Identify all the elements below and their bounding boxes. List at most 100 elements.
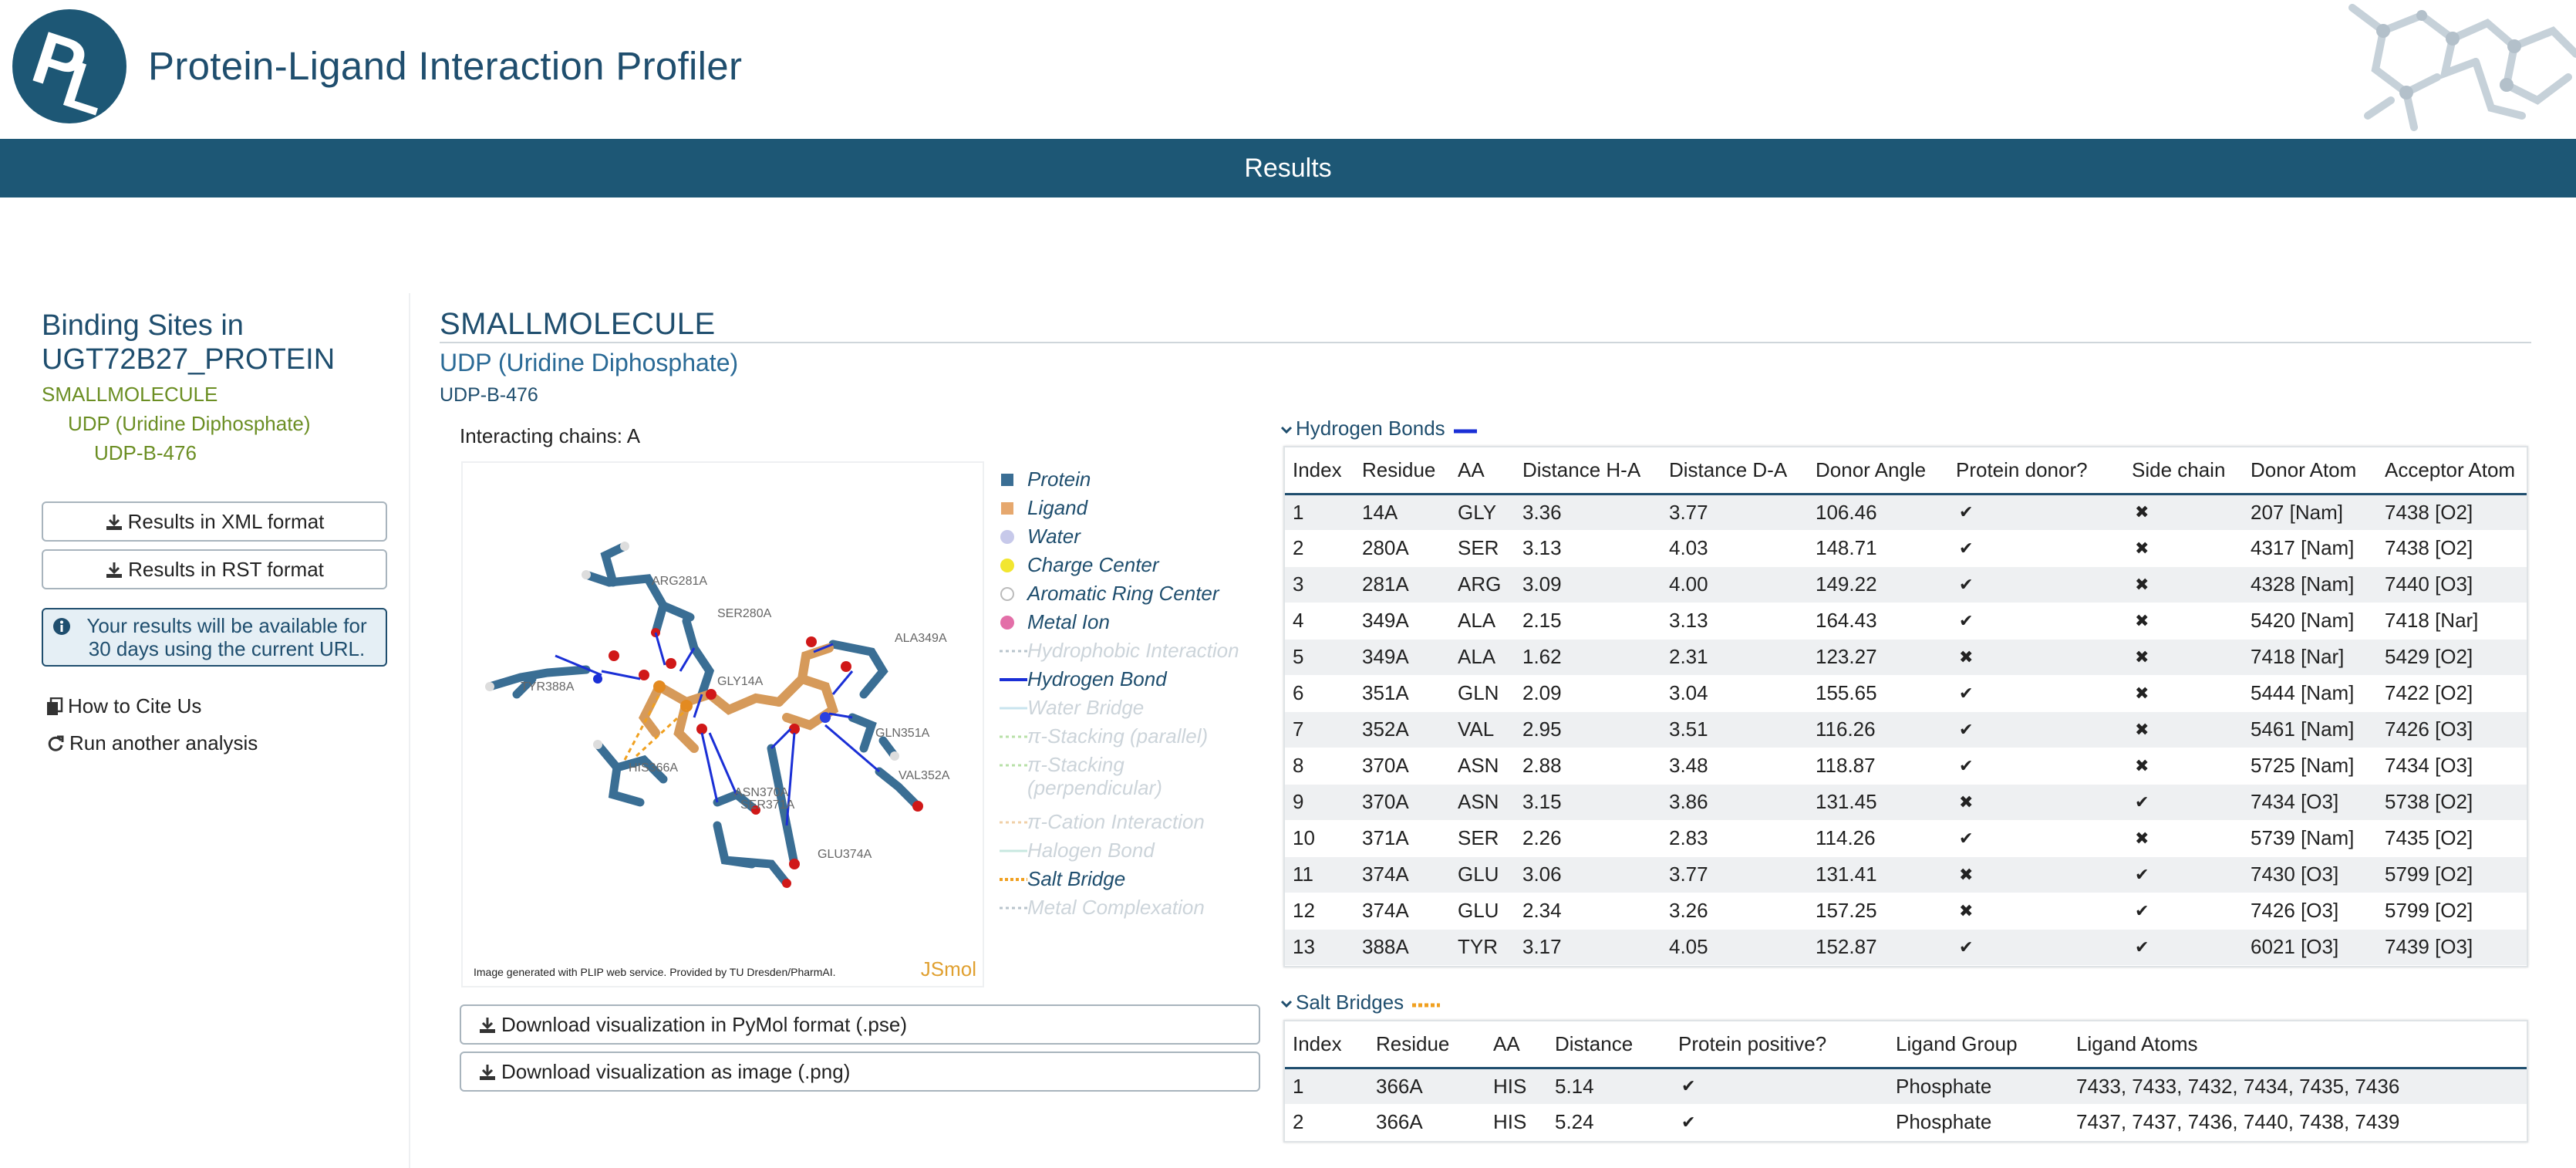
table-cell: SER [1450, 820, 1515, 857]
hydrogen-bonds-toggle[interactable]: Hydrogen Bonds [1280, 417, 1480, 441]
check-icon: ✔ [1948, 675, 2124, 712]
table-cell: 280A [1354, 530, 1450, 567]
table-cell: SER [1450, 530, 1515, 567]
check-icon: ✔ [1671, 1068, 1888, 1105]
table-cell: 3.86 [1661, 784, 1808, 821]
table-cell: 1 [1285, 494, 1354, 531]
table-cell: 5739 [Nam] [2243, 820, 2377, 857]
column-header: Distance D-A [1661, 447, 1808, 495]
table-cell: 370A [1354, 748, 1450, 785]
interaction-visualization[interactable]: ARG281A SER280A TYR388A GLY14A ALA349A G… [461, 461, 984, 987]
column-header: Residue [1354, 447, 1450, 495]
water-bridge-line-icon [1000, 707, 1027, 710]
salt-bridge-line-icon [1000, 878, 1027, 881]
table-cell: 7422 [O2] [2377, 675, 2527, 712]
table-cell: 207 [Nam] [2243, 494, 2377, 531]
rst-results-label: Results in RST format [128, 558, 324, 581]
check-icon: ✔ [1948, 711, 2124, 748]
table-cell: 3.77 [1661, 494, 1808, 531]
table-cell: 5738 [O2] [2377, 784, 2527, 821]
download-png-button[interactable]: Download visualization as image (.png) [460, 1052, 1260, 1092]
column-header: Protein positive? [1671, 1021, 1888, 1069]
column-header: Donor Atom [2243, 447, 2377, 495]
table-header-row: Index Residue AA Distance Protein positive? L… [1285, 1021, 2527, 1069]
table-cell: 3.15 [1515, 784, 1661, 821]
table-cell: 388A [1354, 929, 1450, 966]
metal-complexation-line-icon [1000, 906, 1027, 910]
column-header: Ligand Group [1888, 1021, 2069, 1069]
table-cell: 6021 [O3] [2243, 929, 2377, 966]
jsmol-brand[interactable]: JSmol [921, 957, 976, 981]
table-cell: 11 [1285, 856, 1354, 893]
table-cell: 3.09 [1515, 566, 1661, 603]
table-cell: 9 [1285, 784, 1354, 821]
table-row: 4 349A ALA 2.15 3.13 164.43 ✔ ✖ 5420 [Nam] 7418 [… [1285, 603, 2527, 640]
check-icon: ✔ [1948, 820, 2124, 857]
run-another-label: Run another analysis [69, 731, 258, 754]
column-header: Protein donor? [1948, 447, 2124, 495]
table-cell: ALA [1450, 639, 1515, 676]
table-cell: 2.83 [1661, 820, 1808, 857]
table-cell: ASN [1450, 748, 1515, 785]
cross-icon: ✖ [2124, 494, 2243, 531]
xml-results-label: Results in XML format [127, 510, 325, 533]
hydrogen-bond-line-icon [1453, 429, 1477, 434]
residue-label: SER280A [717, 607, 772, 620]
molecule-decoration-image [2348, 4, 2576, 131]
check-icon: ✔ [1948, 566, 2124, 603]
tree-link-ligand[interactable]: UDP (Uridine Diphosphate) [68, 412, 311, 436]
cite-link-label: How to Cite Us [68, 694, 202, 717]
cross-icon: ✖ [2124, 820, 2243, 857]
table-cell: HIS [1485, 1068, 1547, 1105]
table-cell: 5799 [O2] [2377, 893, 2527, 930]
salt-bridges-table: Index Residue AA Distance Protein positive? L… [1285, 1021, 2527, 1141]
table-cell: 366A [1368, 1104, 1485, 1141]
xml-results-button[interactable]: Results in XML format [42, 501, 387, 542]
table-cell: 3.17 [1515, 929, 1661, 966]
tree-link-smallmolecule[interactable]: SMALLMOLECULE [42, 383, 217, 407]
column-header: Residue [1368, 1021, 1485, 1069]
table-cell: 2.09 [1515, 675, 1661, 712]
column-header: Distance [1547, 1021, 1671, 1069]
chevron-down-icon [1280, 426, 1293, 434]
table-cell: TYR [1450, 929, 1515, 966]
protein-swatch-icon [1001, 474, 1013, 486]
check-icon: ✔ [2124, 929, 2243, 966]
table-cell: GLU [1450, 893, 1515, 930]
check-icon: ✔ [2124, 784, 2243, 821]
table-cell: 5420 [Nam] [2243, 603, 2377, 640]
table-row: 10 371A SER 2.26 2.83 114.26 ✔ ✖ 5739 [Nam] 7435 … [1285, 820, 2527, 857]
table-cell: 155.65 [1808, 675, 1948, 712]
binding-sites-title: Binding Sites in UGT72B27_PROTEIN [42, 309, 335, 376]
table-cell: 7435 [O2] [2377, 820, 2527, 857]
table-cell: 7434 [O3] [2243, 784, 2377, 821]
download-pymol-button[interactable]: Download visualization in PyMol format (… [460, 1004, 1260, 1045]
residue-label: HIS366A [629, 761, 678, 775]
legend-label: Protein [1027, 468, 1091, 491]
table-row: 1 366A HIS 5.14 ✔ Phosphate 7433, 7433, 7432, … [1285, 1068, 2527, 1105]
check-icon: ✔ [1948, 603, 2124, 640]
table-cell: 7433, 7433, 7432, 7434, 7435, 7436 [2069, 1068, 2527, 1105]
residue-label: ASN370A [734, 786, 789, 799]
table-cell: 3.06 [1515, 856, 1661, 893]
info-icon [53, 618, 70, 635]
cross-icon: ✖ [1948, 784, 2124, 821]
legend-label: Metal Ion [1027, 610, 1110, 633]
results-section-bar: Results [0, 139, 2576, 197]
table-cell: 2.34 [1515, 893, 1661, 930]
salt-bridges-toggle[interactable]: Salt Bridges [1280, 991, 1443, 1014]
table-cell: ARG [1450, 566, 1515, 603]
tree-link-site[interactable]: UDP-B-476 [94, 441, 197, 465]
visualization-caption: Image generated with PLIP web service. P… [474, 966, 836, 978]
aromatic-ring-swatch-icon [1000, 587, 1014, 601]
plip-logo[interactable]: P L [11, 8, 128, 125]
heading-divider [440, 342, 2531, 343]
cite-link[interactable]: How to Cite Us [46, 694, 201, 718]
hydrogen-bonds-title: Hydrogen Bonds [1296, 417, 1445, 440]
table-cell: 7440 [O3] [2377, 566, 2527, 603]
table-cell: 7438 [O2] [2377, 494, 2527, 531]
run-another-link[interactable]: Run another analysis [46, 731, 258, 755]
table-cell: 1.62 [1515, 639, 1661, 676]
table-row: 8 370A ASN 2.88 3.48 118.87 ✔ ✖ 5725 [Nam] 7434 [… [1285, 748, 2527, 785]
rst-results-button[interactable]: Results in RST format [42, 549, 387, 589]
